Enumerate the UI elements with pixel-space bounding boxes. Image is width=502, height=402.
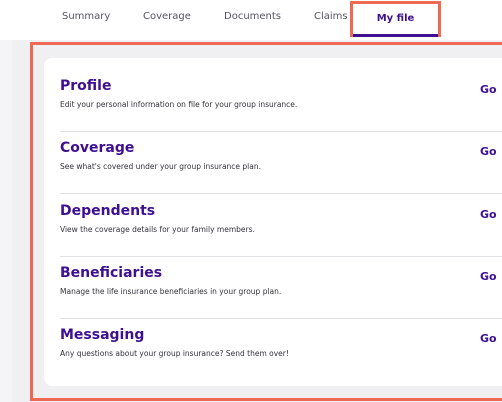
item-title: Messaging [60,327,145,343]
item-title: Dependents [60,203,156,219]
item-title: Profile [60,78,112,94]
left-gutter [0,40,12,402]
go-link-messaging[interactable]: Go [480,332,497,345]
item-description: Manage the life insurance beneficiaries … [60,287,282,296]
item-description: Any questions about your group insurance… [60,349,289,358]
item-description: Edit your personal information on file f… [60,100,298,109]
tab-coverage[interactable]: Coverage [143,11,191,22]
item-description: View the coverage details for your famil… [60,225,255,234]
item-title: Coverage [60,140,135,156]
divider [60,131,502,132]
my-file-card: Profile Edit your personal information o… [44,58,502,386]
active-tab-underline [353,34,438,37]
tab-claims[interactable]: Claims [314,11,348,22]
item-description: See what's covered under your group insu… [60,162,261,171]
go-link-beneficiaries[interactable]: Go [480,270,497,283]
divider [60,193,502,194]
tab-bar: Summary Coverage Documents Claims My fil… [0,0,502,40]
tab-my-file-highlight: My file [350,1,441,37]
tab-summary[interactable]: Summary [62,11,110,22]
tab-documents[interactable]: Documents [224,11,281,22]
tab-my-file[interactable]: My file [353,13,438,24]
divider [60,318,502,319]
list-item-messaging[interactable]: Messaging Any questions about your group… [60,327,502,389]
go-link-coverage[interactable]: Go [480,145,497,158]
item-title: Beneficiaries [60,265,163,281]
go-link-dependents[interactable]: Go [480,208,497,221]
go-link-profile[interactable]: Go [480,83,497,96]
page: Summary Coverage Documents Claims My fil… [0,0,502,402]
divider [60,256,502,257]
